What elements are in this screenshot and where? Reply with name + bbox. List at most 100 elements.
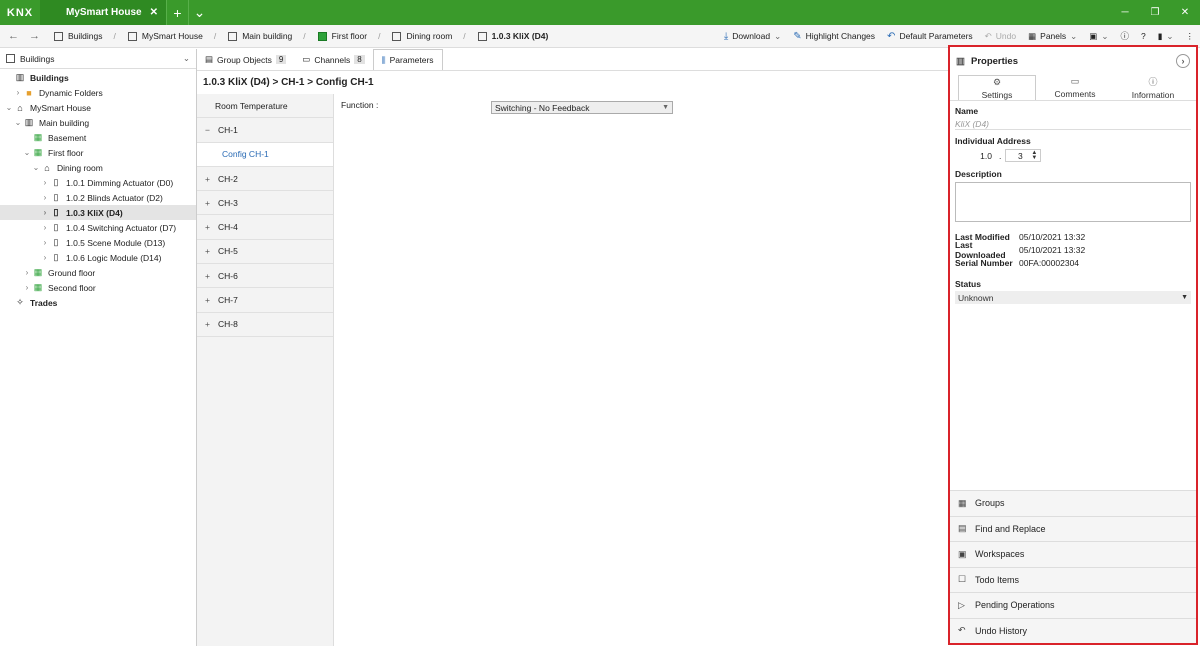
device-menu-icon: ⌄ [1166,30,1174,41]
group-objects-icon: ▤ [205,54,214,64]
tab-channels[interactable]: ▭ Channels 8 [294,49,372,70]
default-parameters-button[interactable]: ↶ Default Parameters [887,31,973,42]
last-downloaded-row: Last Downloaded 05/10/2021 13:32 [955,239,1086,260]
info-button[interactable]: ⓘ [1120,30,1129,42]
tree-item[interactable]: › ▯ 1.0.1 Dimming Actuator (D0) [0,175,196,190]
back-arrow-icon[interactable]: ← [8,30,19,42]
chevron-down-icon[interactable]: ⌄ [22,148,32,157]
undo-history-section[interactable]: ↶ Undo History [950,617,1196,643]
expand-icon[interactable]: + [205,271,211,281]
tab-menu-button[interactable]: ⌄ [188,0,210,25]
forward-arrow-icon[interactable]: → [29,30,40,42]
device-menu-button[interactable]: ▮ ⌄ [1158,31,1174,42]
tree-item[interactable]: ✧ Trades [0,295,196,310]
chevron-right-icon[interactable]: › [40,238,50,247]
download-button[interactable]: ⤓ Download ⌄ [724,31,781,42]
undo-button[interactable]: ↶ Undo [985,31,1016,42]
expand-icon[interactable]: + [205,319,211,329]
breadcrumb-dining-room[interactable]: Dining room / [386,31,471,41]
channel-item[interactable]: + CH-8 [197,313,333,337]
breadcrumb-device[interactable]: 1.0.3 KliX (D4) [472,31,555,41]
tree-item[interactable]: › ▯ 1.0.6 Logic Module (D14) [0,250,196,265]
status-select[interactable]: Unknown ▼ [955,291,1191,304]
tree-item[interactable]: › ▯ 1.0.2 Blinds Actuator (D2) [0,190,196,205]
chevron-right-icon[interactable]: › [40,253,50,262]
groups-section[interactable]: ▦ Groups [950,490,1196,516]
todo-items-section[interactable]: ☐ Todo Items [950,566,1196,592]
chevron-right-icon[interactable]: › [40,193,50,202]
channel-item[interactable]: + CH-2 [197,167,333,192]
channel-item[interactable]: + CH-3 [197,191,333,216]
tree-item[interactable]: ⌄ ▥ Main building [0,115,196,130]
channel-item[interactable]: Config CH-1 [197,142,333,167]
help-button[interactable]: ? [1141,31,1146,41]
chevron-right-icon[interactable]: › [40,178,50,187]
chevron-right-icon[interactable]: › [13,88,23,97]
tree-item-label: Buildings [30,72,69,83]
collapse-icon[interactable]: − [205,125,211,135]
add-tab-button[interactable]: + [166,0,188,25]
breadcrumb-mysmart-house[interactable]: MySmart House / [122,31,222,41]
tab-group-objects[interactable]: ▤ Group Objects 9 [197,49,294,70]
tree-item[interactable]: › ▯ 1.0.4 Switching Actuator (D7) [0,220,196,235]
project-tab[interactable]: MySmart House ✕ [40,0,166,25]
channel-item[interactable]: + CH-5 [197,240,333,265]
tree-item[interactable]: ⌄ ⌂ Dining room [0,160,196,175]
chevron-down-icon[interactable]: ⌄ [31,163,41,172]
expand-icon[interactable]: + [205,174,211,184]
panel-selector[interactable]: Buildings ⌄ [0,49,196,69]
pending-operations-section[interactable]: ▷ Pending Operations [950,592,1196,618]
restore-icon[interactable]: ❐ [1140,0,1170,25]
chevron-right-icon[interactable]: › [40,208,50,217]
toolbar: ⤓ Download ⌄ ✎ Highlight Changes ↶ Default P… [724,30,1200,42]
tree-item[interactable]: › ▯ 1.0.5 Scene Module (D13) [0,235,196,250]
name-field[interactable]: KliX (D4) [955,119,1191,130]
expand-icon[interactable]: + [205,222,211,232]
minimize-icon[interactable]: ─ [1110,0,1140,25]
breadcrumb-main-building[interactable]: Main building / [222,31,311,41]
workspace-button[interactable]: ▣ ⌄ [1089,31,1108,42]
find-replace-section[interactable]: ▤ Find and Replace [950,515,1196,541]
expand-icon[interactable]: + [205,295,211,305]
stepper-arrows-icon[interactable]: ▲ ▼ [1031,150,1037,161]
breadcrumb-buildings[interactable]: Buildings / [48,31,122,41]
window-close-icon[interactable]: ✕ [1170,0,1200,25]
highlight-changes-button[interactable]: ✎ Highlight Changes [793,31,875,42]
tree-item[interactable]: › ■ Dynamic Folders [0,85,196,100]
function-select[interactable]: Switching - No Feedback ▼ [491,101,673,114]
tree-item[interactable]: › ▯ 1.0.3 KliX (D4) [0,205,196,220]
more-button[interactable]: ⋮ [1186,31,1195,42]
tree-item[interactable]: ▦ Basement [0,130,196,145]
channel-item[interactable]: + CH-6 [197,264,333,289]
tab-comments[interactable]: ▭ Comments [1036,75,1114,100]
channel-item[interactable]: + CH-4 [197,215,333,240]
tree-item[interactable]: › ▦ Second floor [0,280,196,295]
workspaces-section[interactable]: ▣ Workspaces [950,541,1196,567]
collapse-panel-icon[interactable]: › [1176,54,1190,68]
tab-parameters[interactable]: ⫼ Parameters [372,49,443,70]
download-menu-icon[interactable]: ⌄ [774,31,781,42]
window-controls: ─ ❐ ✕ [1110,0,1200,25]
breadcrumb-first-floor[interactable]: First floor / [312,31,387,41]
tab-information[interactable]: ⓘ Information [1114,75,1192,100]
tree-item[interactable]: ▥ Buildings [0,70,196,85]
channel-item[interactable]: + CH-7 [197,288,333,313]
panels-button[interactable]: ▦ Panels ⌄ [1028,31,1077,42]
description-field[interactable] [955,182,1191,222]
chevron-right-icon[interactable]: › [22,283,32,292]
expand-icon[interactable]: + [205,246,211,256]
tab-settings[interactable]: ⚙ Settings [958,75,1036,100]
tree-item[interactable]: › ▦ Ground floor [0,265,196,280]
channel-item[interactable]: − CH-1 [197,118,333,143]
tree-item[interactable]: ⌄ ⌂ MySmart House [0,100,196,115]
close-tab-icon[interactable]: ✕ [150,7,158,18]
chevron-right-icon[interactable]: › [22,268,32,277]
chevron-down-icon[interactable]: ⌄ [4,103,14,112]
chevron-right-icon[interactable]: › [40,223,50,232]
tree-item[interactable]: ⌄ ▦ First floor [0,145,196,160]
address-stepper[interactable]: 3 ▲ ▼ [1005,149,1042,162]
chevron-down-icon[interactable]: ⌄ [13,118,23,127]
channel-label: CH-8 [218,319,238,330]
channel-item[interactable]: Room Temperature [197,94,333,119]
expand-icon[interactable]: + [205,198,211,208]
